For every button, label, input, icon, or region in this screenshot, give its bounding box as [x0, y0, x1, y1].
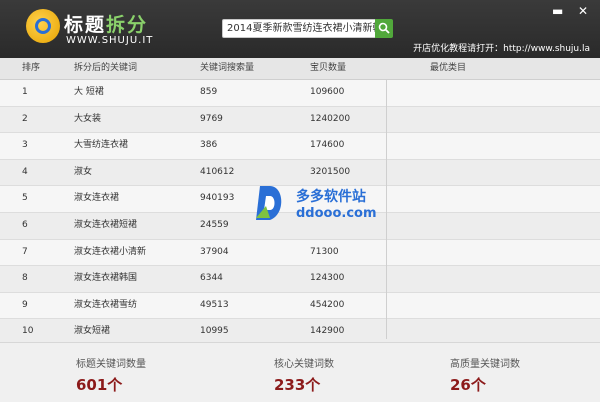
cell-search-volume: 49513: [200, 299, 229, 310]
cell-item-count: 1240200: [310, 113, 351, 124]
table-row[interactable]: 3 大雪纺连衣裙 386 174600: [0, 133, 600, 160]
watermark-badge: 多多软件站 ddooo.com: [254, 184, 377, 228]
table-row[interactable]: 1 大 短裙 859 109600: [0, 80, 600, 107]
cell-rank: 5: [22, 193, 28, 204]
cell-rank: 4: [22, 166, 28, 177]
search-input[interactable]: 2014夏季新款雪纺连衣裙小清新韩国大: [222, 19, 377, 38]
cell-search-volume: 940193: [200, 193, 235, 204]
table-header: 排序 拆分后的关键词 关键词搜索量 宝贝数量 最优类目: [0, 58, 600, 80]
app-brand: 标题拆分: [64, 10, 148, 37]
search-icon: [378, 22, 390, 34]
cell-rank: 8: [22, 273, 28, 284]
cell-keyword: 淑女连衣裙短裙: [74, 219, 138, 230]
table-row[interactable]: 9 淑女连衣裙雪纺 49513 454200: [0, 292, 600, 320]
stat-hq-keywords: 高质量关键词数 26个: [450, 355, 520, 395]
cell-item-count: 3201500: [310, 166, 351, 177]
search-button[interactable]: [375, 19, 393, 38]
cell-search-volume: 410612: [200, 166, 235, 177]
col-item-count: 宝贝数量: [310, 63, 347, 73]
table-row[interactable]: 8 淑女连衣裙韩国 6344 124300: [0, 266, 600, 293]
cell-rank: 9: [22, 299, 28, 310]
cell-search-volume: 386: [200, 140, 218, 151]
tutorial-link[interactable]: 开店优化教程请打开：http://www.shuju.la: [413, 41, 590, 54]
stat-label: 标题关键词数量: [76, 359, 146, 370]
cell-keyword: 淑女: [74, 166, 93, 177]
cell-item-count: 454200: [310, 299, 345, 310]
watermark-title: 多多软件站: [296, 189, 366, 205]
stat-value: 233个: [274, 376, 321, 394]
cell-keyword: 大女装: [74, 113, 102, 124]
cell-search-volume: 9769: [200, 113, 223, 124]
cell-search-volume: 6344: [200, 273, 223, 284]
app-window: 标题拆分 WWW.SHUJU.IT 2014夏季新款雪纺连衣裙小清新韩国大 ▬ …: [0, 0, 600, 402]
brand-highlight: 拆分: [106, 14, 149, 36]
cell-item-count: 71300: [310, 246, 339, 257]
cell-keyword: 淑女连衣裙韩国: [74, 273, 138, 284]
table-row[interactable]: 4 淑女 410612 3201500: [0, 159, 600, 187]
cell-item-count: 109600: [310, 87, 345, 97]
cell-search-volume: 24559: [200, 219, 229, 230]
table-row[interactable]: 2 大女装 9769 1240200: [0, 106, 600, 134]
minimize-button[interactable]: ▬: [552, 4, 563, 18]
watermark-url: ddooo.com: [296, 206, 377, 221]
cell-rank: 7: [22, 246, 28, 257]
table-row[interactable]: 7 淑女连衣裙小清新 37904 71300: [0, 239, 600, 267]
cell-rank: 6: [22, 219, 28, 230]
cell-keyword: 大雪纺连衣裙: [74, 140, 129, 151]
cell-search-volume: 859: [200, 87, 218, 97]
col-best-category: 最优类目: [430, 63, 467, 73]
app-logo-icon: [26, 9, 60, 43]
cell-keyword: 淑女连衣裙雪纺: [74, 299, 138, 310]
stats-footer: 标题关键词数量 601个 核心关键词数 233个 高质量关键词数 26个: [0, 342, 600, 402]
cell-keyword: 大 短裙: [74, 87, 104, 97]
col-search-volume: 关键词搜索量: [200, 63, 255, 73]
cell-item-count: 124300: [310, 273, 345, 284]
col-rank: 排序: [22, 63, 41, 73]
header-bar: 标题拆分 WWW.SHUJU.IT 2014夏季新款雪纺连衣裙小清新韩国大 ▬ …: [0, 0, 600, 58]
stat-label: 核心关键词数: [274, 359, 334, 370]
d-logo-icon: [256, 186, 282, 220]
column-divider: [386, 79, 387, 339]
stat-label: 高质量关键词数: [450, 359, 520, 370]
cell-search-volume: 37904: [200, 246, 229, 257]
cell-keyword: 淑女连衣裙小清新: [74, 246, 147, 257]
cell-keyword: 淑女连衣裙: [74, 193, 120, 204]
stat-core-keywords: 核心关键词数 233个: [274, 355, 334, 395]
cell-rank: 1: [22, 87, 28, 97]
stat-title-keywords: 标题关键词数量 601个: [76, 355, 146, 395]
stat-value: 26个: [450, 376, 486, 394]
cell-rank: 3: [22, 140, 28, 151]
site-url: WWW.SHUJU.IT: [66, 35, 154, 46]
close-button[interactable]: ✕: [578, 4, 588, 18]
cell-rank: 2: [22, 113, 28, 124]
cell-item-count: 174600: [310, 140, 345, 151]
col-keyword: 拆分后的关键词: [74, 63, 138, 73]
brand-main: 标题: [64, 14, 107, 36]
stat-value: 601个: [76, 376, 123, 394]
search-input-value: 2014夏季新款雪纺连衣裙小清新韩国大: [227, 23, 376, 34]
